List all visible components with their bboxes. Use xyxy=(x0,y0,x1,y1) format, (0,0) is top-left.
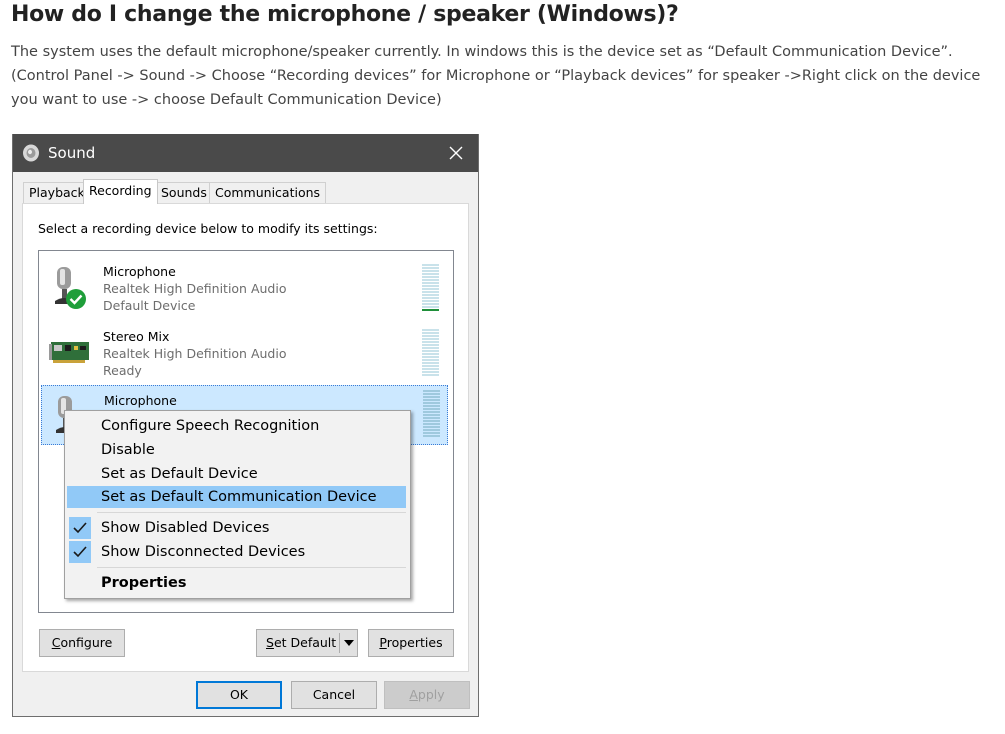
menu-item-properties[interactable]: Properties xyxy=(67,572,406,594)
tab-recording[interactable]: Recording xyxy=(83,179,158,204)
level-meter xyxy=(423,390,440,440)
menu-item-show-disabled[interactable]: Show Disabled Devices xyxy=(67,517,406,539)
device-driver: Realtek High Definition Audio xyxy=(103,346,287,361)
menu-item-disable[interactable]: Disable xyxy=(67,439,406,461)
set-default-button[interactable]: Set Default xyxy=(256,629,358,657)
properties-button[interactable]: Properties xyxy=(368,629,454,657)
tab-sounds[interactable]: Sounds xyxy=(155,182,213,203)
title-bar[interactable]: Sound xyxy=(13,134,478,172)
checkmark-icon xyxy=(69,541,91,563)
chevron-down-icon[interactable] xyxy=(343,638,355,648)
device-driver: Realtek High Definition Audio xyxy=(103,281,287,296)
sound-card-icon xyxy=(49,342,89,363)
level-meter xyxy=(422,264,439,314)
menu-separator xyxy=(97,512,406,513)
device-status: Default Device xyxy=(103,298,196,313)
configure-button[interactable]: Configure xyxy=(39,629,125,657)
tab-communications[interactable]: Communications xyxy=(209,182,327,203)
device-status: Ready xyxy=(103,363,142,378)
menu-item-configure-speech[interactable]: Configure Speech Recognition xyxy=(67,415,406,437)
apply-button[interactable]: Apply xyxy=(384,681,470,709)
tab-playback[interactable]: Playback xyxy=(23,182,91,203)
checkmark-icon xyxy=(69,517,91,539)
menu-item-set-default[interactable]: Set as Default Device xyxy=(67,463,406,485)
window-title: Sound xyxy=(48,144,96,162)
menu-item-set-default-communication[interactable]: Set as Default Communication Device xyxy=(67,486,406,508)
faq-title: How do I change the microphone / speaker… xyxy=(11,2,679,27)
cancel-button[interactable]: Cancel xyxy=(291,681,377,709)
device-item[interactable]: Stereo Mix Realtek High Definition Audio… xyxy=(39,320,453,384)
device-name: Stereo Mix xyxy=(103,329,170,344)
device-name: Microphone xyxy=(103,264,176,279)
context-menu: Configure Speech Recognition Disable Set… xyxy=(64,410,411,599)
faq-body: The system uses the default microphone/s… xyxy=(11,44,981,108)
menu-separator xyxy=(97,567,406,568)
device-name: Microphone xyxy=(104,393,177,408)
device-item[interactable]: Microphone Realtek High Definition Audio… xyxy=(39,255,453,319)
menu-item-show-disconnected[interactable]: Show Disconnected Devices xyxy=(67,541,406,563)
speaker-icon xyxy=(23,144,39,162)
level-meter xyxy=(422,329,439,379)
close-icon[interactable] xyxy=(445,142,467,164)
instruction-text: Select a recording device below to modif… xyxy=(38,221,378,236)
microphone-default-icon xyxy=(55,267,86,309)
ok-button[interactable]: OK xyxy=(196,681,282,709)
